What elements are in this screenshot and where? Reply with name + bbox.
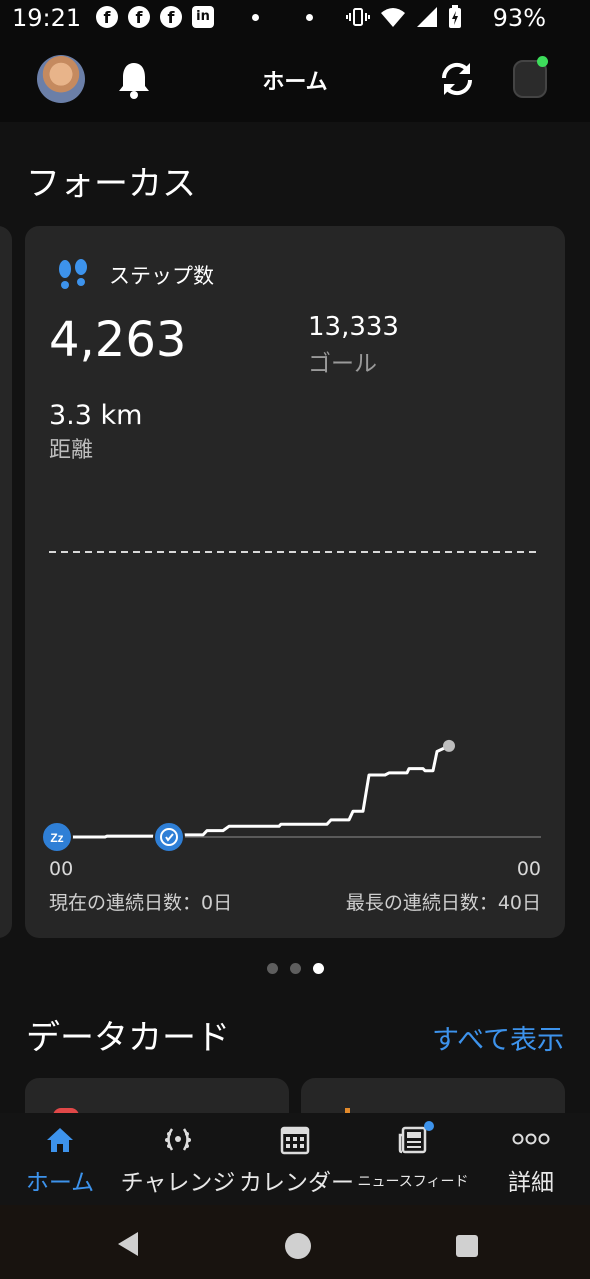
longest-streak: 最長の連続日数：40日 bbox=[345, 892, 541, 914]
device-connected-indicator bbox=[537, 56, 548, 67]
data-cards-title: データカード bbox=[26, 1018, 230, 1058]
system-navigation bbox=[0, 1205, 590, 1279]
previous-card-peek[interactable] bbox=[0, 226, 12, 938]
back-icon[interactable] bbox=[116, 1231, 140, 1257]
nav-more[interactable]: 詳細 bbox=[484, 1113, 578, 1205]
facebook-icon: f bbox=[160, 6, 182, 28]
nav-newsfeed[interactable]: ニュースフィード bbox=[354, 1113, 472, 1205]
calendar-icon bbox=[280, 1126, 310, 1155]
see-all-link[interactable]: すべて表示 bbox=[432, 1018, 564, 1057]
battery-percent: 93% bbox=[492, 4, 546, 32]
signal-icon bbox=[417, 7, 437, 27]
current-streak: 現在の連続日数：0日 bbox=[49, 892, 233, 914]
home-circle-icon[interactable] bbox=[285, 1233, 311, 1259]
pager-dot[interactable] bbox=[312, 963, 324, 974]
home-icon bbox=[47, 1128, 73, 1152]
notification-dot-icon bbox=[252, 14, 259, 21]
nav-challenges[interactable]: チャレンジ bbox=[117, 1113, 239, 1205]
facebook-icon: f bbox=[128, 6, 150, 28]
sleep-marker-label: Zz bbox=[50, 831, 63, 845]
newsfeed-icon bbox=[398, 1126, 427, 1154]
focus-section-title: フォーカス bbox=[26, 164, 196, 204]
vibrate-icon bbox=[346, 8, 370, 26]
page-title: ホーム bbox=[262, 70, 328, 95]
nav-calendar-label: カレンダー bbox=[239, 1170, 354, 1196]
steps-chart: Zz bbox=[41, 551, 541, 853]
recents-icon[interactable] bbox=[456, 1235, 478, 1257]
nav-calendar[interactable]: カレンダー bbox=[239, 1113, 354, 1205]
app-header: ホーム bbox=[0, 38, 590, 122]
bottom-navigation: ホーム チャレンジ カレンダー ニュースフィード 詳細 bbox=[0, 1113, 590, 1205]
battery-charging-icon bbox=[449, 5, 461, 28]
nav-home-label: ホーム bbox=[25, 1170, 95, 1196]
current-steps-point bbox=[443, 739, 455, 752]
card-pager bbox=[0, 963, 590, 974]
nav-home[interactable]: ホーム bbox=[8, 1113, 112, 1205]
nav-newsfeed-label: ニュースフィード bbox=[357, 1174, 469, 1190]
facebook-icon: f bbox=[96, 6, 118, 28]
wifi-icon bbox=[381, 8, 405, 27]
system-status-icons bbox=[346, 5, 462, 29]
nav-more-label: 詳細 bbox=[508, 1170, 554, 1196]
laurel-icon bbox=[165, 1128, 191, 1151]
nav-challenges-label: チャレンジ bbox=[120, 1170, 236, 1196]
newsfeed-badge bbox=[424, 1121, 434, 1131]
sync-icon[interactable] bbox=[436, 58, 478, 100]
status-time: 19:21 bbox=[12, 4, 82, 32]
sleep-marker: Zz bbox=[41, 821, 73, 853]
notification-dot-icon bbox=[306, 14, 313, 21]
linkedin-icon: in bbox=[192, 6, 214, 28]
steps-card[interactable]: ステップ数 4,263 13,333 ゴール 3.3 km 距離 Zz 00 0… bbox=[25, 226, 565, 938]
x-axis-end-label: 00 bbox=[516, 858, 541, 880]
pager-dot[interactable] bbox=[289, 963, 301, 974]
steps-series-line bbox=[57, 744, 450, 839]
wake-clock-icon bbox=[153, 821, 185, 853]
more-icon bbox=[512, 1133, 550, 1145]
x-axis-start-label: 00 bbox=[49, 858, 74, 880]
notification-icons: f f f in bbox=[96, 6, 214, 28]
status-bar: 19:21 f f f in 93% bbox=[0, 0, 590, 38]
pager-dot[interactable] bbox=[266, 963, 278, 974]
device-watch-icon[interactable] bbox=[510, 56, 548, 98]
